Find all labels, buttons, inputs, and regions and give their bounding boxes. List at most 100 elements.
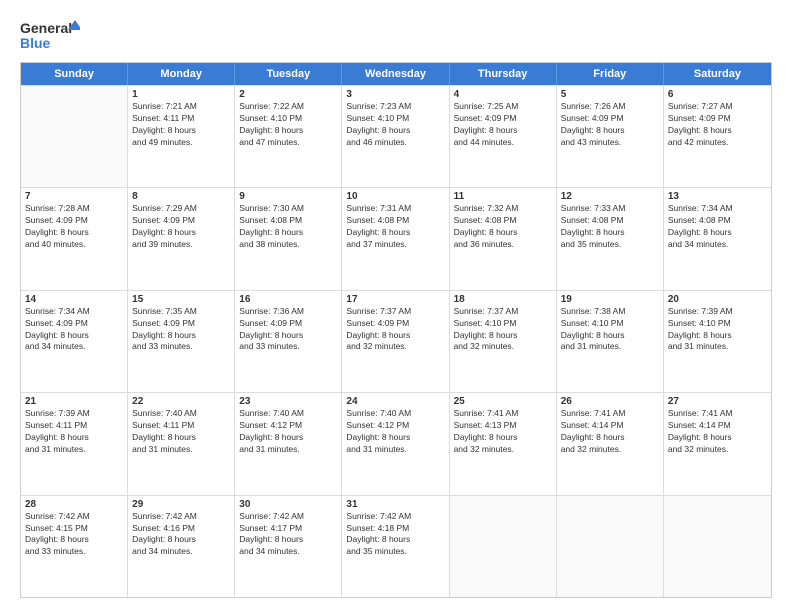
cell-line: Sunset: 4:16 PM [132,523,230,535]
cell-line: Daylight: 8 hours [668,227,767,239]
cell-line: Daylight: 8 hours [25,432,123,444]
cell-line: Sunrise: 7:42 AM [346,511,444,523]
day-number: 8 [132,191,230,202]
cell-line: Sunset: 4:11 PM [132,113,230,125]
calendar-cell: 14Sunrise: 7:34 AMSunset: 4:09 PMDayligh… [21,291,128,392]
day-number: 30 [239,499,337,510]
cell-line: Sunrise: 7:32 AM [454,203,552,215]
day-number: 24 [346,396,444,407]
cell-line: and 37 minutes. [346,239,444,251]
logo-svg: General Blue [20,18,80,54]
cell-line: Sunrise: 7:25 AM [454,101,552,113]
cell-line: and 31 minutes. [25,444,123,456]
calendar-cell: 3Sunrise: 7:23 AMSunset: 4:10 PMDaylight… [342,86,449,187]
calendar-row: 28Sunrise: 7:42 AMSunset: 4:15 PMDayligh… [21,495,771,597]
calendar-cell [21,86,128,187]
cell-line: Sunset: 4:09 PM [668,113,767,125]
cell-line: Sunset: 4:08 PM [454,215,552,227]
calendar-header-cell: Sunday [21,63,128,85]
page: General Blue SundayMondayTuesdayWednesda… [0,0,792,612]
cell-line: Sunrise: 7:23 AM [346,101,444,113]
calendar-cell: 24Sunrise: 7:40 AMSunset: 4:12 PMDayligh… [342,393,449,494]
calendar-cell: 22Sunrise: 7:40 AMSunset: 4:11 PMDayligh… [128,393,235,494]
cell-line: Daylight: 8 hours [346,227,444,239]
cell-line: Sunrise: 7:26 AM [561,101,659,113]
calendar-cell [557,496,664,597]
calendar-row: 21Sunrise: 7:39 AM Sunset: 4:11 PM Dayligh… [21,392,771,494]
cell-line: Daylight: 8 hours [25,534,123,546]
calendar-cell: 27Sunrise: 7:41 AMSunset: 4:14 PMDayligh… [664,393,771,494]
calendar-cell: 26Sunrise: 7:41 AMSunset: 4:14 PMDayligh… [557,393,664,494]
day-number: 9 [239,191,337,202]
calendar-header: SundayMondayTuesdayWednesdayThursdayFrid… [21,63,771,85]
cell-line: Daylight: 8 hours [668,330,767,342]
cell-line: Sunrise: 7:40 AM [132,408,230,420]
header: General Blue [20,18,772,54]
cell-line: Daylight: 8 hours [346,534,444,546]
day-number: 21 [25,396,123,407]
calendar-header-cell: Friday [557,63,664,85]
cell-line: and 35 minutes. [561,239,659,251]
cell-line: and 33 minutes. [239,341,337,353]
cell-line: Sunset: 4:10 PM [454,318,552,330]
cell-line: Sunrise: 7:38 AM [561,306,659,318]
cell-line: Sunset: 4:09 PM [25,318,123,330]
cell-line: and 31 minutes. [239,444,337,456]
cell-line: Daylight: 8 hours [454,227,552,239]
cell-line: Sunset: 4:09 PM [132,215,230,227]
cell-line: Daylight: 8 hours [668,125,767,137]
cell-line: Sunrise: 7:42 AM [239,511,337,523]
cell-line: Sunrise: 7:39 AM [25,408,123,420]
cell-line: Sunset: 4:08 PM [239,215,337,227]
day-number: 19 [561,294,659,305]
cell-line: and 32 minutes. [454,341,552,353]
cell-line: Daylight: 8 hours [454,125,552,137]
cell-line: and 44 minutes. [454,137,552,149]
calendar-cell: 1Sunrise: 7:21 AMSunset: 4:11 PMDaylight… [128,86,235,187]
calendar-cell: 20Sunrise: 7:39 AMSunset: 4:10 PMDayligh… [664,291,771,392]
day-number: 10 [346,191,444,202]
cell-line: Sunrise: 7:22 AM [239,101,337,113]
day-number: 28 [25,499,123,510]
cell-line: Daylight: 8 hours [239,330,337,342]
calendar-cell: 12Sunrise: 7:33 AMSunset: 4:08 PMDayligh… [557,188,664,289]
cell-line: Sunrise: 7:41 AM [668,408,767,420]
day-number: 11 [454,191,552,202]
day-number: 29 [132,499,230,510]
cell-line: Sunrise: 7:29 AM [132,203,230,215]
cell-line: Sunrise: 7:27 AM [668,101,767,113]
cell-line: Daylight: 8 hours [346,432,444,444]
cell-line: and 36 minutes. [454,239,552,251]
cell-line: Sunset: 4:12 PM [346,420,444,432]
cell-line: and 32 minutes. [346,341,444,353]
cell-line: Sunrise: 7:36 AM [239,306,337,318]
day-number: 3 [346,89,444,100]
day-number: 14 [25,294,123,305]
calendar-cell: 16Sunrise: 7:36 AMSunset: 4:09 PMDayligh… [235,291,342,392]
cell-line: Daylight: 8 hours [132,330,230,342]
day-number: 15 [132,294,230,305]
calendar-cell: 21Sunrise: 7:39 AMSunset: 4:11 PMDayligh… [21,393,128,494]
cell-line: Sunset: 4:08 PM [561,215,659,227]
cell-line: Sunset: 4:08 PM [668,215,767,227]
cell-line: Sunrise: 7:41 AM [561,408,659,420]
cell-line: Sunset: 4:10 PM [561,318,659,330]
cell-line: Sunrise: 7:42 AM [132,511,230,523]
calendar-header-cell: Tuesday [235,63,342,85]
day-number: 2 [239,89,337,100]
cell-line: Sunset: 4:11 PM [132,420,230,432]
cell-line: and 38 minutes. [239,239,337,251]
cell-line: Sunset: 4:18 PM [346,523,444,535]
day-number: 13 [668,191,767,202]
calendar-cell: 29Sunrise: 7:42 AMSunset: 4:16 PMDayligh… [128,496,235,597]
cell-line: and 35 minutes. [346,546,444,558]
logo: General Blue [20,18,80,54]
cell-line: Sunset: 4:14 PM [668,420,767,432]
day-number: 17 [346,294,444,305]
cell-line: Daylight: 8 hours [25,330,123,342]
cell-line: and 40 minutes. [25,239,123,251]
cell-line: Daylight: 8 hours [454,330,552,342]
cell-line: Sunset: 4:10 PM [239,113,337,125]
cell-line: Sunset: 4:15 PM [25,523,123,535]
cell-line: Daylight: 8 hours [561,432,659,444]
